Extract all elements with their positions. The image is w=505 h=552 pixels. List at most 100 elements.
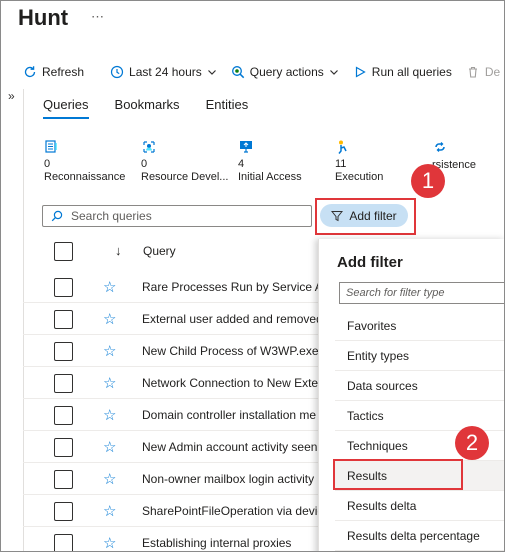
filter-icon: [331, 210, 344, 221]
execution-icon: [338, 140, 347, 154]
query-name[interactable]: New Admin account activity seen: [142, 440, 320, 454]
time-range-dropdown[interactable]: Last 24 hours: [110, 65, 217, 79]
tactic-count: 0: [44, 158, 51, 170]
query-table: ☆ Rare Processes Run by Service Acco ☆ E…: [23, 271, 321, 551]
row-checkbox[interactable]: [54, 470, 73, 489]
column-header-query[interactable]: Query: [143, 244, 176, 258]
row-checkbox[interactable]: [54, 278, 73, 297]
sort-arrow-icon[interactable]: ↓: [115, 243, 122, 258]
query-name[interactable]: Network Connection to New Exter: [142, 376, 320, 390]
search-queries-input[interactable]: [71, 209, 291, 223]
play-icon: [355, 66, 366, 78]
query-name[interactable]: Domain controller installation me: [142, 408, 320, 422]
reconnaissance-icon: [45, 140, 57, 153]
query-name[interactable]: External user added and removed: [142, 312, 320, 326]
delete-button[interactable]: De: [466, 65, 500, 79]
table-row[interactable]: ☆ Network Connection to New Exter: [23, 367, 321, 399]
page-title: Hunt: [18, 5, 69, 30]
star-icon[interactable]: ☆: [103, 502, 116, 520]
resource-development-icon: [143, 141, 155, 153]
filter-option-tactics[interactable]: Tactics: [335, 401, 504, 431]
filter-type-search-box[interactable]: [339, 282, 504, 304]
table-row[interactable]: ☆ Establishing internal proxies: [23, 527, 321, 551]
add-filter-label: Add filter: [349, 208, 397, 223]
add-filter-button[interactable]: Add filter: [320, 204, 408, 227]
row-checkbox[interactable]: [54, 502, 73, 521]
chevron-down-icon: [329, 70, 338, 75]
chevron-down-icon: [207, 70, 216, 75]
tactic-label: Initial Access: [238, 171, 302, 183]
filter-option-favorites[interactable]: Favorites: [335, 311, 504, 341]
table-row[interactable]: ☆ Rare Processes Run by Service Acco: [23, 271, 321, 303]
callout-highlight-results: [333, 459, 463, 490]
add-filter-panel: Add filter Favorites Entity types Data s…: [318, 239, 504, 551]
star-icon[interactable]: ☆: [103, 534, 116, 551]
row-checkbox[interactable]: [54, 438, 73, 457]
star-icon[interactable]: ☆: [103, 310, 116, 328]
expand-panel-icon[interactable]: »: [8, 89, 15, 103]
star-icon[interactable]: ☆: [103, 406, 116, 424]
select-all-checkbox[interactable]: [54, 242, 73, 261]
tab-bar: Queries Bookmarks Entities: [43, 97, 249, 119]
query-actions-dropdown[interactable]: Query actions: [231, 65, 339, 79]
row-checkbox[interactable]: [54, 374, 73, 393]
star-icon[interactable]: ☆: [103, 342, 116, 360]
toolbar: Refresh Last 24 hours Query actions Run …: [1, 59, 504, 85]
filter-panel-title: Add filter: [337, 254, 403, 271]
clock-icon: [110, 65, 124, 79]
query-actions-label: Query actions: [249, 65, 324, 79]
star-icon[interactable]: ☆: [103, 438, 116, 456]
tab-bookmarks[interactable]: Bookmarks: [115, 97, 180, 118]
filter-option-entity-types[interactable]: Entity types: [335, 341, 504, 371]
row-checkbox[interactable]: [54, 406, 73, 425]
refresh-label: Refresh: [42, 65, 85, 79]
tactic-reconnaissance[interactable]: 0 Reconnaissance: [44, 139, 141, 184]
tactic-count: 4: [238, 158, 245, 170]
row-checkbox[interactable]: [54, 534, 73, 551]
run-all-label: Run all queries: [371, 65, 452, 79]
filter-option-results-delta[interactable]: Results delta: [335, 491, 504, 521]
tab-entities[interactable]: Entities: [206, 97, 249, 118]
table-row[interactable]: ☆ External user added and removed: [23, 303, 321, 335]
query-name[interactable]: Non-owner mailbox login activity: [142, 472, 320, 486]
persistence-icon: [435, 142, 445, 152]
query-name[interactable]: New Child Process of W3WP.exe: [142, 344, 320, 358]
more-options-icon[interactable]: ⋯: [91, 9, 104, 25]
query-name[interactable]: Rare Processes Run by Service Acco: [142, 280, 320, 294]
table-row[interactable]: ☆ Non-owner mailbox login activity: [23, 463, 321, 495]
table-header: ↓ Query: [23, 237, 323, 267]
run-all-queries-button[interactable]: Run all queries: [353, 65, 452, 79]
query-search-icon: [231, 66, 244, 79]
row-checkbox[interactable]: [54, 310, 73, 329]
search-queries-box[interactable]: [42, 205, 312, 227]
filter-type-search-input[interactable]: [346, 287, 504, 299]
row-checkbox[interactable]: [54, 342, 73, 361]
refresh-icon: [24, 66, 36, 78]
tactic-label: Reconnaissance: [44, 171, 126, 183]
table-row[interactable]: ☆ Domain controller installation me: [23, 399, 321, 431]
refresh-button[interactable]: Refresh: [23, 65, 84, 79]
query-name[interactable]: Establishing internal proxies: [142, 536, 320, 550]
star-icon[interactable]: ☆: [103, 374, 116, 392]
time-range-label: Last 24 hours: [129, 65, 202, 79]
step-badge-1: 1: [411, 164, 445, 198]
tactic-label: Resource Devel...: [141, 171, 229, 183]
table-row[interactable]: ☆ New Child Process of W3WP.exe: [23, 335, 321, 367]
table-row[interactable]: ☆ SharePointFileOperation via devic: [23, 495, 321, 527]
hunt-page: Hunt ⋯ Refresh Last 24 hours Query actio…: [0, 0, 505, 552]
delete-label: De: [484, 65, 501, 79]
star-icon[interactable]: ☆: [103, 278, 116, 296]
step-badge-2: 2: [455, 426, 489, 460]
tactic-count: 0: [141, 158, 148, 170]
trash-icon: [468, 66, 477, 78]
filter-option-results-delta-percentage[interactable]: Results delta percentage: [335, 521, 504, 551]
initial-access-icon: [240, 141, 252, 153]
star-icon[interactable]: ☆: [103, 470, 116, 488]
filter-option-data-sources[interactable]: Data sources: [335, 371, 504, 401]
search-icon: [51, 210, 63, 222]
tactic-initial-access[interactable]: 4 Initial Access: [238, 139, 335, 184]
tactic-resource-development[interactable]: 0 Resource Devel...: [141, 139, 238, 184]
table-row[interactable]: ☆ New Admin account activity seen: [23, 431, 321, 463]
tab-queries[interactable]: Queries: [43, 97, 89, 119]
query-name[interactable]: SharePointFileOperation via devic: [142, 504, 320, 518]
